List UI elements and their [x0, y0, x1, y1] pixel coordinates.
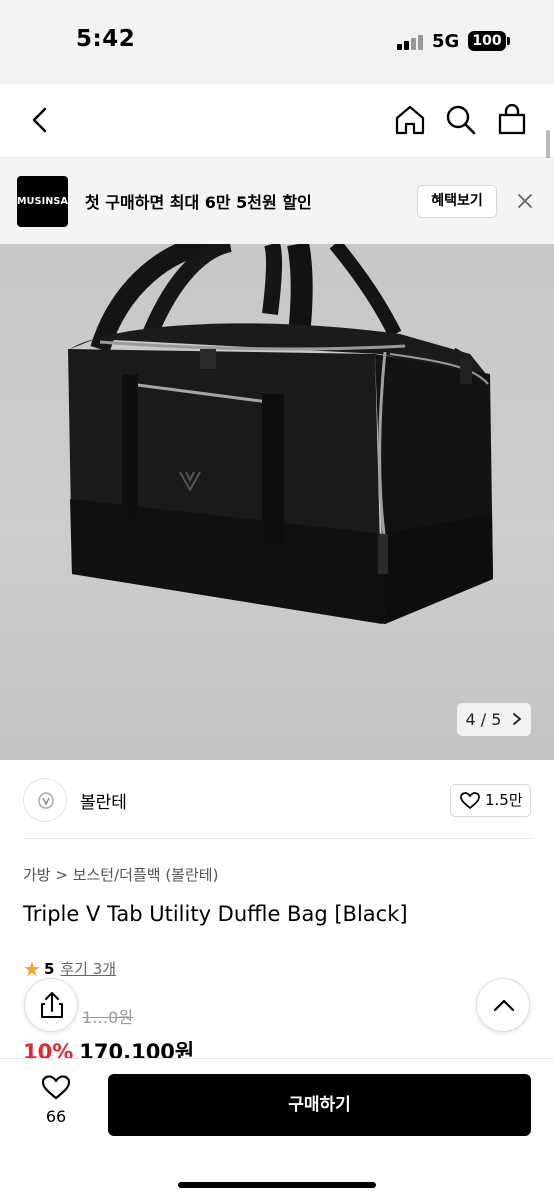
nav-bar	[0, 84, 554, 158]
star-icon: ★	[23, 957, 41, 981]
network-label: 5G	[432, 31, 460, 52]
back-icon[interactable]	[22, 102, 58, 138]
status-bar: 5:42 5G 100	[0, 0, 554, 84]
share-button[interactable]	[24, 978, 78, 1032]
product-image[interactable]	[0, 244, 554, 760]
bottom-action-bar: 66 구매하기	[0, 1058, 554, 1200]
brand-like-count: 1.5만	[485, 791, 523, 809]
signal-icon	[397, 34, 425, 50]
rating-row[interactable]: ★ 5 후기 3개	[23, 957, 116, 981]
buy-button[interactable]: 구매하기	[108, 1074, 531, 1136]
brand-logo[interactable]	[23, 778, 67, 822]
musinsa-logo: MUSINSA	[17, 176, 68, 227]
breadcrumb[interactable]: 가방 > 보스턴/더플백 (볼란테)	[23, 864, 218, 885]
brand-emblem-icon	[38, 792, 54, 809]
battery-tip	[507, 37, 510, 45]
share-icon	[41, 992, 63, 1018]
status-time: 5:42	[76, 26, 136, 52]
brand-name[interactable]: 볼란테	[80, 788, 127, 813]
sale-price: 170,100원	[79, 1040, 195, 1058]
brand-row[interactable]: 볼란테 1.5만	[0, 760, 554, 840]
review-link[interactable]: 후기 3개	[60, 960, 116, 978]
wish-count: 66	[45, 1107, 67, 1126]
promo-text: 첫 구매하면 최대 6만 5천원 할인	[85, 193, 312, 212]
home-icon[interactable]	[392, 102, 428, 138]
gallery-counter[interactable]: 4 / 5	[457, 703, 531, 736]
original-price: 1…0원	[82, 1008, 134, 1027]
heart-icon	[460, 792, 480, 810]
wish-button[interactable]: 66	[30, 1075, 82, 1126]
brand-like-button[interactable]: 1.5만	[450, 784, 531, 817]
product-title: Triple V Tab Utility Duffle Bag [Black]	[23, 902, 408, 926]
close-icon[interactable]	[515, 191, 535, 211]
bag-icon[interactable]	[494, 102, 530, 138]
chevron-up-icon	[493, 999, 515, 1012]
divider	[23, 838, 531, 839]
home-indicator	[178, 1182, 376, 1188]
price-row: 10% 170,100원	[23, 1036, 323, 1058]
heart-icon	[41, 1075, 71, 1100]
gallery-counter-label: 4 / 5	[465, 710, 502, 729]
benefit-button[interactable]: 혜택보기	[417, 185, 497, 218]
search-icon[interactable]	[443, 102, 479, 138]
scroll-top-button[interactable]	[476, 978, 530, 1032]
promo-banner[interactable]: MUSINSA 첫 구매하면 최대 6만 5천원 할인 혜택보기	[0, 158, 554, 244]
discount-rate: 10%	[23, 1040, 74, 1058]
duffle-bag-image	[68, 244, 493, 624]
chevron-right-icon	[512, 713, 521, 725]
battery-icon: 100	[468, 31, 506, 51]
rating-value: 5	[43, 960, 55, 978]
